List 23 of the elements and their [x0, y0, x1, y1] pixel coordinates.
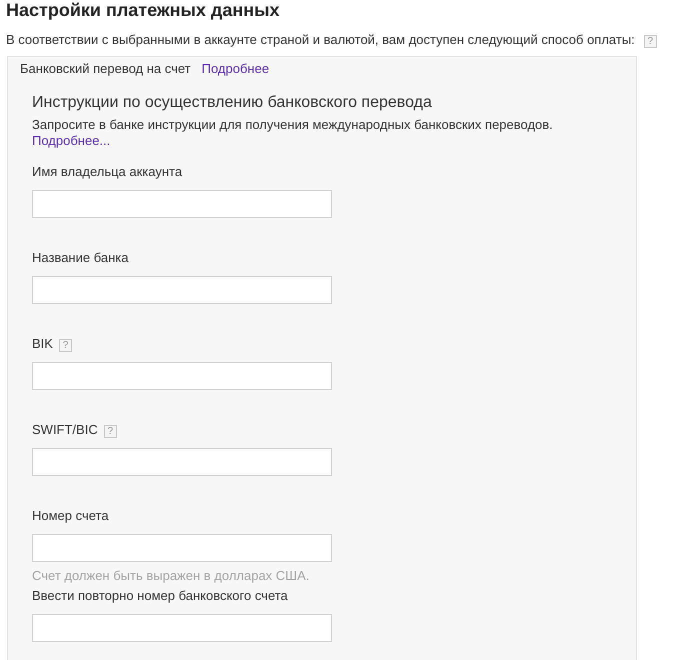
field-label: Номер счета: [32, 508, 109, 524]
field-label: Имя владельца аккаунта: [32, 164, 182, 180]
input-field[interactable]: [32, 190, 332, 218]
input-field[interactable]: [32, 362, 332, 390]
instructions-title: Инструкции по осуществлению банковского перевода: [32, 93, 433, 113]
payment-method-name: Банковский перевод на счет: [20, 61, 191, 77]
help-button[interactable]: ?: [104, 425, 117, 438]
more-link[interactable]: Подробнее...: [32, 133, 110, 149]
input-field[interactable]: [32, 448, 332, 476]
field-label: Ввести повторно номер банковского счета: [32, 588, 288, 604]
intro-text: В соответствии с выбранными в аккаунте страной и валютой, вам доступен следующий способ оплаты:: [6, 32, 635, 48]
field-label: BIK: [32, 336, 53, 352]
page-title: Настройки платежных данных: [6, 0, 280, 20]
help-button[interactable]: ?: [644, 35, 657, 48]
field-label: SWIFT/BIC: [32, 422, 98, 438]
help-button[interactable]: ?: [58, 339, 72, 352]
field-label: Название банка: [32, 250, 128, 266]
field-hint: Счет должен быть выражен в долларах США.: [32, 568, 310, 584]
more-link[interactable]: Подробнее: [202, 61, 270, 77]
input-field[interactable]: [32, 534, 332, 562]
input-field[interactable]: [32, 276, 332, 304]
instructions-text: Запросите в банке инструкции для получения международных банковских переводов.: [32, 116, 554, 133]
input-field[interactable]: [32, 614, 332, 642]
